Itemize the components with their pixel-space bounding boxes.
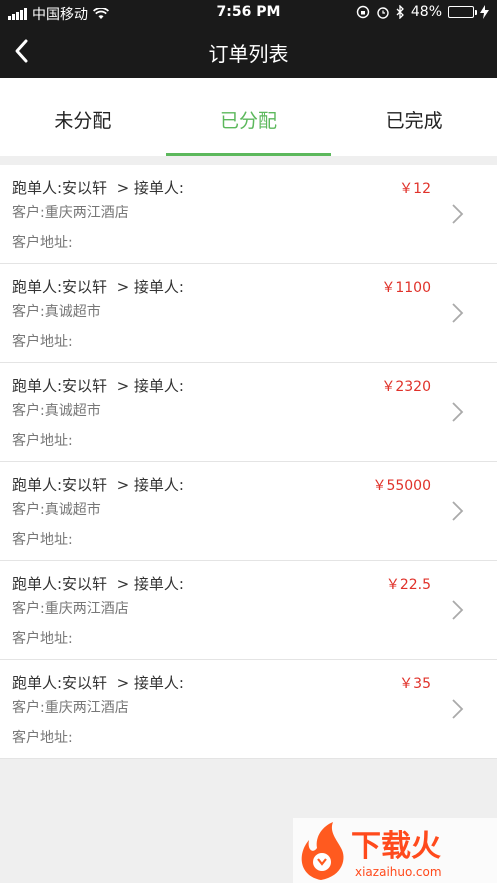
order-runner: 跑单人:安以轩 > 接单人: (12, 476, 184, 494)
watermark-logo: 下载火 xiazaihuo.com (293, 818, 497, 883)
status-right: 48% (356, 4, 489, 20)
nav-bar: 订单列表 (0, 26, 497, 78)
order-list: 跑单人:安以轩 > 接单人: ￥12 客户:重庆两江酒店 客户地址: 跑单人:安… (0, 165, 497, 759)
chevron-right-icon[interactable] (451, 302, 465, 324)
tab-assigned[interactable]: 已分配 (165, 78, 332, 156)
order-address: 客户地址: (12, 334, 73, 350)
order-customer: 客户:重庆两江酒店 (12, 601, 129, 617)
chevron-right-icon[interactable] (451, 203, 465, 225)
order-address: 客户地址: (12, 532, 73, 548)
order-price: ￥22.5 (385, 577, 431, 593)
order-runner: 跑单人:安以轩 > 接单人: (12, 674, 184, 692)
tab-unassigned[interactable]: 未分配 (0, 78, 166, 156)
order-price: ￥55000 (372, 478, 431, 494)
tab-bar: 未分配 已分配 已完成 (0, 78, 497, 156)
order-customer: 客户:重庆两江酒店 (12, 700, 129, 716)
order-price: ￥2320 (381, 379, 431, 395)
order-customer: 客户:重庆两江酒店 (12, 205, 129, 221)
order-price: ￥12 (399, 181, 431, 197)
charging-bolt-icon (480, 5, 489, 19)
alarm-icon (377, 7, 389, 19)
order-address: 客户地址: (12, 235, 73, 251)
watermark-brand: 下载火 (351, 829, 441, 864)
order-item[interactable]: 跑单人:安以轩 > 接单人: ￥1100 客户:真诚超市 客户地址: (0, 264, 497, 363)
order-price: ￥1100 (381, 280, 431, 296)
order-item[interactable]: 跑单人:安以轩 > 接单人: ￥55000 客户:真诚超市 客户地址: (0, 462, 497, 561)
order-item[interactable]: 跑单人:安以轩 > 接单人: ￥12 客户:重庆两江酒店 客户地址: (0, 165, 497, 264)
order-address: 客户地址: (12, 730, 73, 746)
rotation-lock-icon (356, 5, 370, 19)
tab-completed[interactable]: 已完成 (331, 78, 497, 156)
battery-percent: 48% (410, 4, 442, 20)
watermark-url: xiazaihuo.com (355, 865, 442, 879)
order-customer: 客户:真诚超市 (12, 304, 101, 320)
order-price: ￥35 (399, 676, 431, 692)
battery-icon (448, 6, 477, 18)
order-runner: 跑单人:安以轩 > 接单人: (12, 179, 184, 197)
order-customer: 客户:真诚超市 (12, 403, 101, 419)
chevron-right-icon[interactable] (451, 500, 465, 522)
order-address: 客户地址: (12, 433, 73, 449)
chevron-right-icon[interactable] (451, 599, 465, 621)
order-address: 客户地址: (12, 631, 73, 647)
status-bar: 中国移动 7:56 PM 48% (0, 0, 497, 26)
page-title: 订单列表 (208, 42, 289, 66)
chevron-right-icon[interactable] (451, 698, 465, 720)
order-runner: 跑单人:安以轩 > 接单人: (12, 278, 184, 296)
order-runner: 跑单人:安以轩 > 接单人: (12, 575, 184, 593)
order-item[interactable]: 跑单人:安以轩 > 接单人: ￥35 客户:重庆两江酒店 客户地址: (0, 660, 497, 759)
bluetooth-icon (396, 5, 404, 19)
chevron-right-icon[interactable] (451, 401, 465, 423)
order-item[interactable]: 跑单人:安以轩 > 接单人: ￥2320 客户:真诚超市 客户地址: (0, 363, 497, 462)
order-customer: 客户:真诚超市 (12, 502, 101, 518)
order-item[interactable]: 跑单人:安以轩 > 接单人: ￥22.5 客户:重庆两江酒店 客户地址: (0, 561, 497, 660)
order-runner: 跑单人:安以轩 > 接单人: (12, 377, 184, 395)
